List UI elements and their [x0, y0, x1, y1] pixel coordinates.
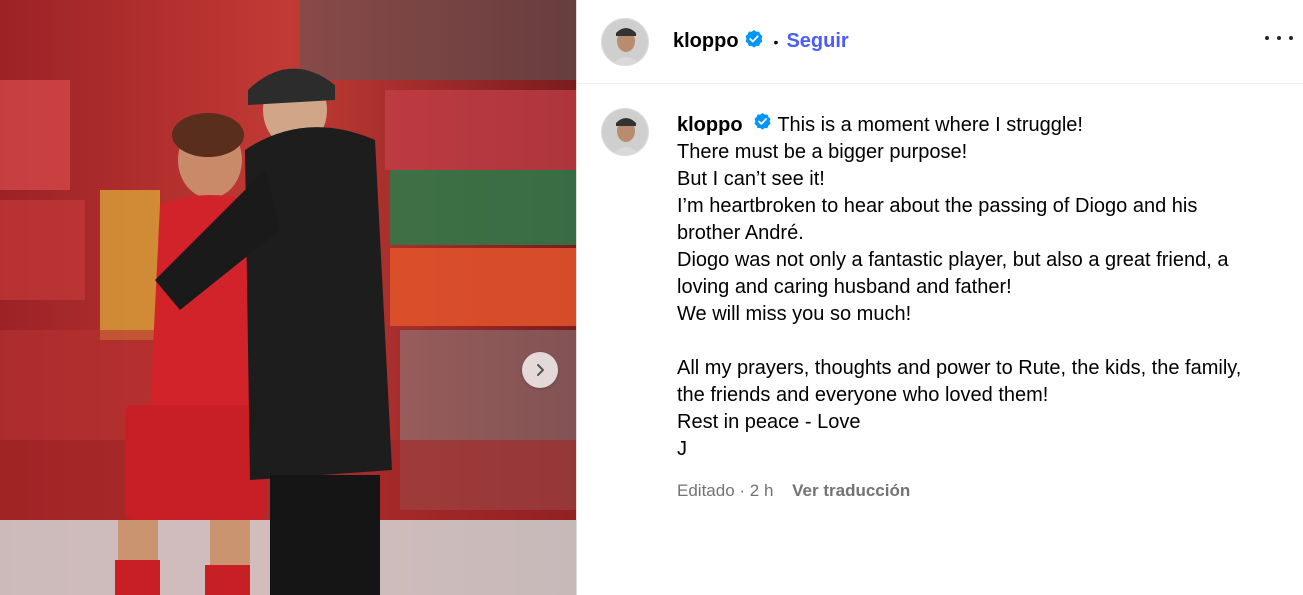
caption-meta: Editado · 2 h Ver traducción: [677, 477, 1277, 504]
see-translation-link[interactable]: Ver traducción: [792, 481, 910, 500]
caption-line: All my prayers, thoughts and power to Ru…: [677, 357, 1242, 380]
caption-line: loving and caring husband and father!: [677, 276, 1012, 299]
caption-line: the friends and everyone who loved them!: [677, 384, 1049, 407]
follow-button[interactable]: Seguir: [786, 30, 848, 53]
verified-badge-icon: [753, 112, 772, 139]
caption-username[interactable]: kloppo: [677, 114, 743, 136]
caption-line: J: [677, 438, 687, 461]
caption-avatar[interactable]: [601, 108, 649, 156]
separator-dot: •: [773, 33, 779, 50]
header-username[interactable]: kloppo: [673, 30, 739, 53]
caption-line: I’m heartbroken to hear about the passin…: [677, 195, 1198, 218]
avatar-image: [602, 109, 648, 155]
caption-line: brother André.: [677, 222, 804, 245]
caption-line: But I can’t see it!: [677, 168, 825, 191]
avatar[interactable]: [601, 17, 649, 66]
caption-line: There must be a bigger purpose!: [677, 141, 968, 164]
caption-line: We will miss you so much!: [677, 303, 912, 326]
caption-text: kloppo This is a moment where I struggle…: [677, 112, 1277, 504]
post-side-panel: kloppo • Seguir kloppo This is a moment …: [576, 0, 1303, 595]
caption-line: Rest in peace - Love: [677, 411, 861, 434]
avatar-image: [602, 18, 648, 65]
chevron-right-icon: [537, 364, 544, 376]
post-image: [0, 0, 576, 595]
post-header: kloppo • Seguir: [577, 0, 1303, 84]
more-options-icon[interactable]: [1265, 28, 1293, 48]
caption-first-line: kloppo This is a moment where I struggle…: [677, 112, 1277, 139]
caption-line: This is a moment where I struggle!: [777, 114, 1083, 136]
post-photo: [0, 0, 576, 595]
next-image-button[interactable]: [522, 352, 558, 388]
verified-badge-icon: [744, 29, 764, 54]
edited-timestamp: Editado · 2 h: [677, 481, 774, 501]
caption-line: Diogo was not only a fantastic player, b…: [677, 249, 1229, 272]
